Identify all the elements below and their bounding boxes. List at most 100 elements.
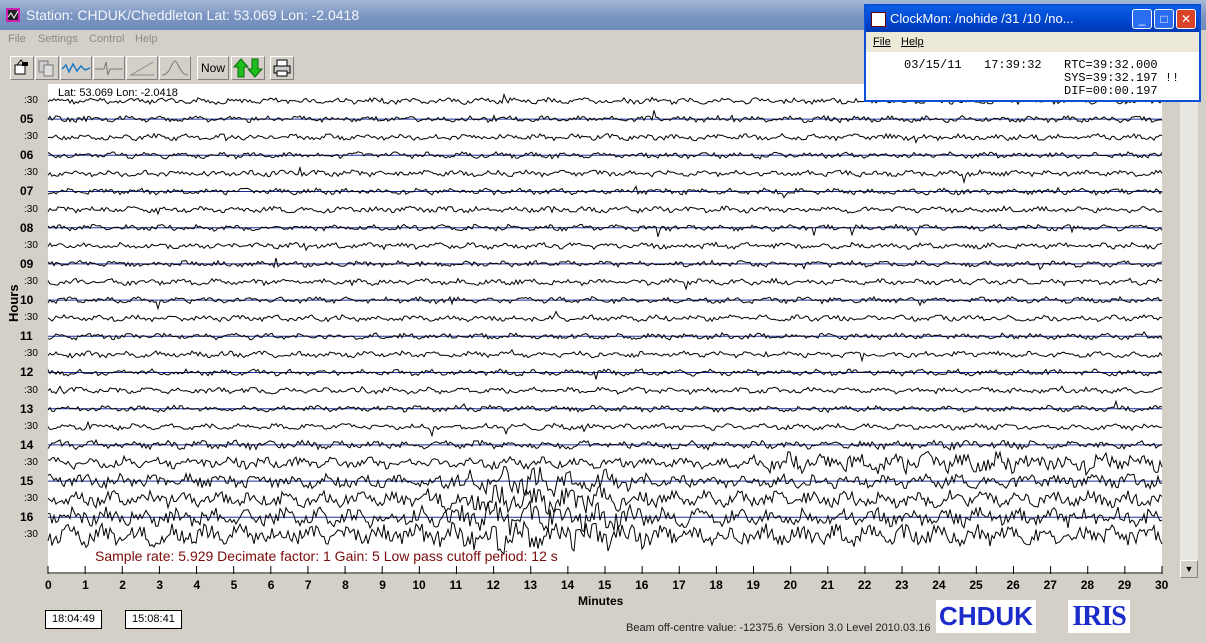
minute-tick-label: 13 — [523, 578, 538, 592]
end-time-box[interactable]: 15:08:41 — [125, 610, 182, 629]
clockmon-menu-bar: File Help — [866, 32, 1199, 52]
maximize-button[interactable]: □ — [1154, 9, 1174, 29]
lat-lon-label: Lat: 53.069 Lon: -2.0418 — [58, 87, 178, 99]
minute-tick-label: 29 — [1117, 578, 1132, 592]
waveform-icon — [61, 62, 91, 74]
half-hour-label: :30 — [24, 275, 38, 287]
clockmon-menu-help[interactable]: Help — [901, 36, 924, 48]
slope-view-button[interactable] — [126, 56, 158, 80]
scroll-down-button[interactable]: ▼ — [1180, 560, 1198, 578]
menu-help[interactable]: Help — [135, 33, 158, 45]
minute-tick-label: 21 — [820, 578, 835, 592]
half-hour-label: :30 — [24, 456, 38, 468]
half-hour-label: :30 — [24, 348, 38, 360]
minute-tick-label: 24 — [932, 578, 946, 592]
scroll-updown-button[interactable] — [231, 56, 265, 80]
hour-label: 16 — [20, 510, 34, 525]
up-down-arrows-icon — [232, 58, 264, 78]
minute-tick-label: 10 — [412, 578, 426, 592]
half-hour-label: :30 — [24, 529, 38, 541]
spike-icon — [95, 61, 123, 76]
clockmon-app-icon — [871, 12, 886, 27]
hour-label: 13 — [20, 401, 34, 416]
spike-view-button[interactable] — [93, 56, 125, 80]
minute-tick-label: 12 — [486, 578, 500, 592]
minute-tick-label: 22 — [857, 578, 872, 592]
close-button[interactable]: ✕ — [1176, 9, 1196, 29]
hour-label: 11 — [20, 329, 33, 344]
clockmon-time: 17:39:32 — [984, 58, 1042, 72]
hour-label: 10 — [20, 293, 34, 307]
now-button[interactable]: Now — [197, 56, 229, 80]
hour-label: 14 — [20, 437, 34, 452]
hour-label: 07 — [20, 184, 34, 199]
peak-icon — [161, 60, 189, 76]
peak-view-button[interactable] — [159, 56, 191, 80]
minute-tick-label: 15 — [598, 578, 612, 592]
minute-tick-label: 11 — [449, 578, 463, 592]
minute-tick-label: 0 — [45, 578, 52, 592]
minute-tick-label: 9 — [379, 578, 386, 592]
half-hour-label: :30 — [24, 167, 38, 179]
hours-axis-title: Hours — [6, 284, 21, 322]
clockmon-menu-file[interactable]: File — [873, 36, 891, 48]
minute-tick-label: 3 — [156, 578, 164, 592]
menu-control[interactable]: Control — [89, 33, 124, 45]
sample-info: Sample rate: 5.929 Decimate factor: 1 Ga… — [95, 548, 558, 564]
minute-tick-label: 30 — [1155, 578, 1169, 592]
clockmon-sys: SYS=39:32.197 !! — [1064, 71, 1180, 85]
clockmon-title-bar[interactable]: ClockMon: /nohide /31 /10 /no... _ □ ✕ — [866, 6, 1199, 32]
half-hour-label: :30 — [24, 94, 38, 106]
half-hour-label: :30 — [24, 420, 38, 432]
hour-label: 06 — [20, 148, 34, 163]
clockmon-readout: 03/15/11 17:39:32 RTC=39:32.000 SYS=39:3… — [866, 52, 1199, 100]
half-hour-label: :30 — [24, 312, 38, 324]
minute-tick-label: 1 — [82, 578, 89, 592]
clockmon-window[interactable]: ClockMon: /nohide /31 /10 /no... _ □ ✕ F… — [864, 4, 1201, 102]
beam-value: Beam off-centre value: -12375.6 — [626, 622, 783, 634]
minute-tick-label: 8 — [342, 578, 349, 592]
open-file-button[interactable] — [10, 56, 34, 80]
hour-label: 09 — [20, 256, 34, 271]
minimize-button[interactable]: _ — [1132, 9, 1152, 29]
clockmon-rtc: RTC=39:32.000 — [1064, 58, 1158, 72]
app-icon — [6, 8, 20, 22]
printer-icon — [273, 59, 291, 77]
print-button[interactable] — [270, 56, 294, 80]
minute-tick-label: 28 — [1080, 578, 1095, 592]
hour-label: 08 — [20, 220, 34, 235]
minute-tick-label: 26 — [1006, 578, 1020, 592]
half-hour-label: :30 — [24, 131, 38, 143]
menu-file[interactable]: File — [8, 33, 26, 45]
minute-tick-label: 5 — [230, 578, 238, 592]
half-hour-label: :30 — [24, 493, 38, 505]
minute-tick-label: 17 — [672, 578, 686, 592]
minute-tick-label: 14 — [560, 578, 575, 592]
minute-tick-label: 27 — [1043, 578, 1057, 592]
minute-tick-label: 18 — [709, 578, 723, 592]
chduk-logo: CHDUK — [936, 600, 1036, 633]
clockmon-title: ClockMon: /nohide /31 /10 /no... — [890, 11, 1074, 26]
start-time-box[interactable]: 18:04:49 — [45, 610, 102, 629]
copy-button[interactable] — [35, 56, 59, 80]
minute-tick-label: 25 — [969, 578, 983, 592]
minute-tick-label: 4 — [193, 578, 201, 592]
version-label: Version 3.0 Level 2010.03.16 — [788, 622, 931, 634]
half-hour-label: :30 — [24, 384, 38, 396]
hour-label: 05 — [20, 112, 34, 126]
half-hour-label: :30 — [24, 239, 38, 251]
waveform-view-button[interactable] — [60, 56, 92, 80]
minute-tick-label: 19 — [746, 578, 760, 592]
slope-icon — [130, 61, 154, 76]
minute-tick-label: 6 — [267, 578, 275, 592]
copy-icon — [38, 60, 54, 77]
vertical-scrollbar[interactable]: ▼ — [1180, 84, 1198, 578]
half-hour-label: :30 — [24, 203, 38, 215]
minute-tick-label: 23 — [895, 578, 909, 592]
iris-logo: IRIS — [1068, 600, 1130, 633]
seismogram-plot[interactable] — [0, 84, 1180, 578]
menu-settings[interactable]: Settings — [38, 33, 78, 45]
minute-tick-label: 20 — [783, 578, 798, 592]
minute-tick-label: 16 — [635, 578, 649, 592]
clockmon-date: 03/15/11 — [904, 58, 962, 72]
